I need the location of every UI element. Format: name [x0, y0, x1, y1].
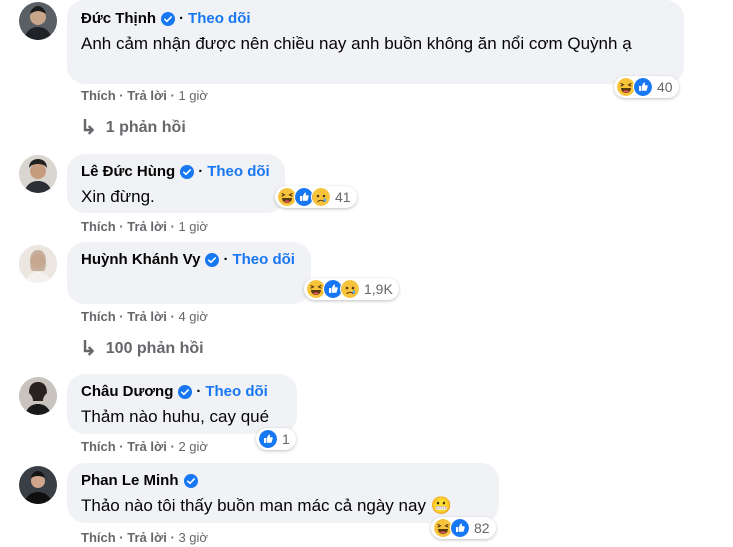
reaction-summary[interactable]: 1 [256, 428, 296, 450]
comment-text: Thảo nào tôi thấy buồn man mác cả ngày n… [81, 493, 485, 519]
reaction-count: 41 [335, 189, 351, 205]
replies-count: 100 phản hồi [105, 339, 204, 357]
replies-count: 1 phản hồi [105, 118, 186, 136]
avatar[interactable] [19, 245, 57, 283]
separator: · [179, 10, 185, 27]
timestamp[interactable]: 3 giờ [178, 530, 208, 545]
follow-link[interactable]: Theo dõi [188, 9, 251, 28]
comment-text: Anh cảm nhận được nên chiều nay anh buồn… [81, 34, 632, 53]
comment-text-body: Thảo nào tôi thấy buồn man mác cả ngày n… [81, 496, 426, 515]
verified-badge-icon [178, 385, 192, 399]
commenter-name[interactable]: Châu Dương [81, 382, 173, 401]
reply-action[interactable]: Trả lời [127, 88, 167, 103]
separator: · [119, 219, 124, 234]
timestamp[interactable]: 1 giờ [178, 219, 208, 234]
reaction-count: 40 [657, 79, 673, 95]
comment-text: Thảm nào huhu, cay qué [81, 407, 270, 426]
like-action[interactable]: Thích [81, 309, 116, 324]
grimace-emoji-icon: 😬 [430, 496, 452, 515]
avatar[interactable] [19, 377, 57, 415]
separator: · [119, 530, 124, 545]
comment-bubble: Châu Dương · Theo dõi Thảm nào huhu, cay… [67, 374, 297, 434]
comment-bubble: Huỳnh Khánh Vy · Theo dõi [67, 242, 311, 304]
timestamp[interactable]: 1 giờ [178, 88, 208, 103]
view-replies-link[interactable]: ↳ 1 phản hồi [80, 115, 186, 140]
reply-action[interactable]: Trả lời [127, 530, 167, 545]
separator: · [223, 251, 229, 268]
reaction-summary[interactable]: 1,9K [304, 278, 399, 300]
like-action[interactable]: Thích [81, 439, 116, 454]
comment-actions: Thích · Trả lời · 4 giờ [81, 309, 208, 324]
reply-arrow-icon: ↳ [80, 117, 97, 139]
comment-text: Xin đừng. [81, 187, 155, 206]
reply-action[interactable]: Trả lời [127, 219, 167, 234]
separator: · [119, 439, 124, 454]
like-action[interactable]: Thích [81, 219, 116, 234]
sad-icon [311, 187, 331, 207]
separator: · [170, 530, 175, 545]
separator: · [196, 383, 202, 400]
reply-action[interactable]: Trả lời [127, 439, 167, 454]
follow-link[interactable]: Theo dõi [207, 162, 270, 181]
reply-arrow-icon: ↳ [80, 338, 97, 360]
verified-badge-icon [184, 474, 198, 488]
follow-link[interactable]: Theo dõi [232, 250, 295, 269]
comment-bubble: Lê Đức Hùng · Theo dõi Xin đừng. [67, 154, 285, 213]
separator: · [170, 309, 175, 324]
reaction-count: 1 [282, 431, 290, 447]
separator: · [170, 219, 175, 234]
comment-actions: Thích · Trả lời · 2 giờ [81, 439, 208, 454]
reaction-summary[interactable]: 40 [614, 76, 679, 98]
verified-badge-icon [161, 12, 175, 26]
comment-actions: Thích · Trả lời · 1 giờ [81, 219, 208, 234]
avatar[interactable] [19, 155, 57, 193]
commenter-name[interactable]: Lê Đức Hùng [81, 162, 175, 181]
separator: · [119, 88, 124, 103]
reaction-summary[interactable]: 41 [275, 186, 357, 208]
like-action[interactable]: Thích [81, 88, 116, 103]
follow-link[interactable]: Theo dõi [205, 382, 268, 401]
separator: · [119, 309, 124, 324]
commenter-name[interactable]: Huỳnh Khánh Vy [81, 250, 200, 269]
reaction-count: 82 [474, 520, 490, 536]
comment-bubble: Phan Le Minh Thảo nào tôi thấy buồn man … [67, 463, 499, 523]
timestamp[interactable]: 2 giờ [178, 439, 208, 454]
like-icon [450, 518, 470, 538]
separator: · [198, 163, 204, 180]
view-replies-link[interactable]: ↳ 100 phản hồi [80, 336, 204, 361]
comment-bubble: Đức Thịnh · Theo dõi Anh cảm nhận được n… [67, 0, 684, 84]
like-action[interactable]: Thích [81, 530, 116, 545]
avatar[interactable] [19, 466, 57, 504]
commenter-name[interactable]: Đức Thịnh [81, 9, 156, 28]
separator: · [170, 439, 175, 454]
comment-actions: Thích · Trả lời · 1 giờ [81, 88, 208, 103]
verified-badge-icon [205, 253, 219, 267]
like-icon [633, 77, 653, 97]
verified-badge-icon [180, 165, 194, 179]
separator: · [170, 88, 175, 103]
comment-actions: Thích · Trả lời · 3 giờ [81, 530, 208, 545]
reaction-count: 1,9K [364, 281, 393, 297]
reply-action[interactable]: Trả lời [127, 309, 167, 324]
reaction-summary[interactable]: 82 [431, 517, 496, 539]
timestamp[interactable]: 4 giờ [178, 309, 208, 324]
like-icon [258, 429, 278, 449]
sad-icon [340, 279, 360, 299]
commenter-name[interactable]: Phan Le Minh [81, 471, 179, 490]
avatar[interactable] [19, 2, 57, 40]
